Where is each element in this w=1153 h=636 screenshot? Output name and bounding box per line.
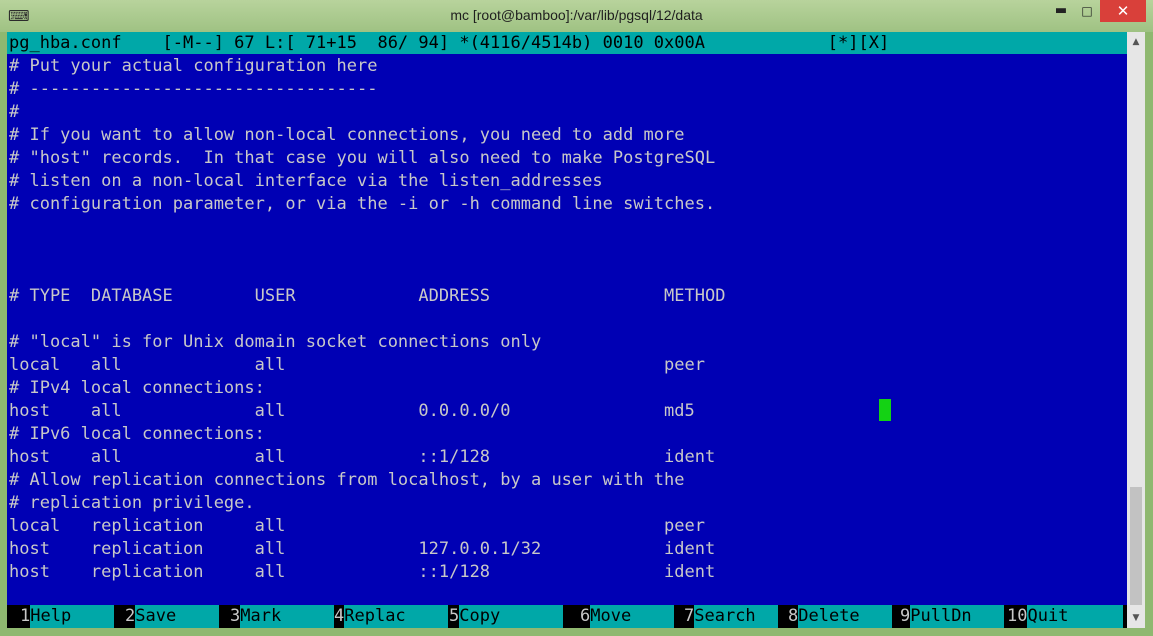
f4-replace-key[interactable]: 4Replac bbox=[334, 605, 449, 628]
status-line: pg_hba.conf [-M--] 67 L:[ 71+15 86/ 94] … bbox=[9, 33, 890, 53]
editor-line[interactable]: host all all ::1/128 ident bbox=[9, 446, 715, 469]
editor-line[interactable]: local replication all peer bbox=[9, 515, 705, 538]
title-bar[interactable]: ⌨ mc [root@bamboo]:/var/lib/pgsql/12/dat… bbox=[0, 0, 1153, 32]
editor-line[interactable]: host all all 0.0.0.0/0 md5 bbox=[9, 400, 695, 423]
f7-search-key[interactable]: 7Search bbox=[684, 605, 779, 628]
window-title: mc [root@bamboo]:/var/lib/pgsql/12/data bbox=[450, 7, 703, 23]
close-button[interactable]: ✕ bbox=[1100, 0, 1146, 22]
function-key-bar: 1Help 2Save 3Mark 4Replac 5Copy 6Move 7S… bbox=[7, 605, 1127, 628]
scrollbar-thumb[interactable] bbox=[1130, 487, 1142, 605]
editor-line[interactable]: # IPv6 local connections: bbox=[9, 423, 265, 446]
editor-line[interactable]: # "local" is for Unix domain socket conn… bbox=[9, 331, 541, 354]
f3-mark-key[interactable]: 3Mark bbox=[230, 605, 335, 628]
editor-line[interactable]: # Put your actual configuration here bbox=[9, 55, 377, 78]
vertical-scrollbar[interactable]: ▲ ▼ bbox=[1127, 32, 1145, 628]
f10-quit-key[interactable]: 10Quit bbox=[1007, 605, 1124, 628]
maximize-button[interactable]: □ bbox=[1075, 0, 1099, 22]
editor-line[interactable]: # replication privilege. bbox=[9, 492, 255, 515]
mc-window: ⌨ mc [root@bamboo]:/var/lib/pgsql/12/dat… bbox=[0, 0, 1153, 636]
editor-line[interactable]: # listen on a non-local interface via th… bbox=[9, 170, 603, 193]
editor-line[interactable]: # "host" records. In that case you will … bbox=[9, 147, 715, 170]
scroll-up-arrow-icon[interactable]: ▲ bbox=[1127, 34, 1145, 50]
f8-delete-key[interactable]: 8Delete bbox=[788, 605, 893, 628]
editor-line[interactable]: # TYPE DATABASE USER ADDRESS METHOD bbox=[9, 285, 725, 308]
f6-move-key[interactable]: 6Move bbox=[580, 605, 675, 628]
editor-line[interactable]: host replication all 127.0.0.1/32 ident bbox=[9, 538, 715, 561]
editor-line[interactable]: # If you want to allow non-local connect… bbox=[9, 124, 685, 147]
scroll-down-arrow-icon[interactable]: ▼ bbox=[1127, 610, 1145, 626]
editor-line[interactable]: local all all peer bbox=[9, 354, 705, 377]
editor-line[interactable]: # bbox=[9, 101, 19, 124]
editor-line[interactable]: # Allow replication connections from loc… bbox=[9, 469, 685, 492]
editor-line[interactable]: host replication all ::1/128 ident bbox=[9, 561, 715, 584]
minimize-button[interactable]: ▬ bbox=[1047, 0, 1075, 22]
f5-copy-key[interactable]: 5Copy bbox=[449, 605, 564, 628]
editor-status-bar: pg_hba.conf [-M--] 67 L:[ 71+15 86/ 94] … bbox=[7, 32, 1127, 54]
f9-pulldown-key[interactable]: 9PullDn bbox=[900, 605, 1005, 628]
editor-line[interactable]: # ---------------------------------- bbox=[9, 78, 377, 101]
editor-area[interactable]: pg_hba.conf [-M--] 67 L:[ 71+15 86/ 94] … bbox=[7, 32, 1127, 628]
text-cursor bbox=[879, 399, 891, 421]
editor-line[interactable]: # configuration parameter, or via the -i… bbox=[9, 193, 715, 216]
f2-save-key[interactable]: 2Save bbox=[125, 605, 220, 628]
editor-line[interactable]: # IPv4 local connections: bbox=[9, 377, 265, 400]
f1-help-key[interactable]: 1Help bbox=[20, 605, 115, 628]
